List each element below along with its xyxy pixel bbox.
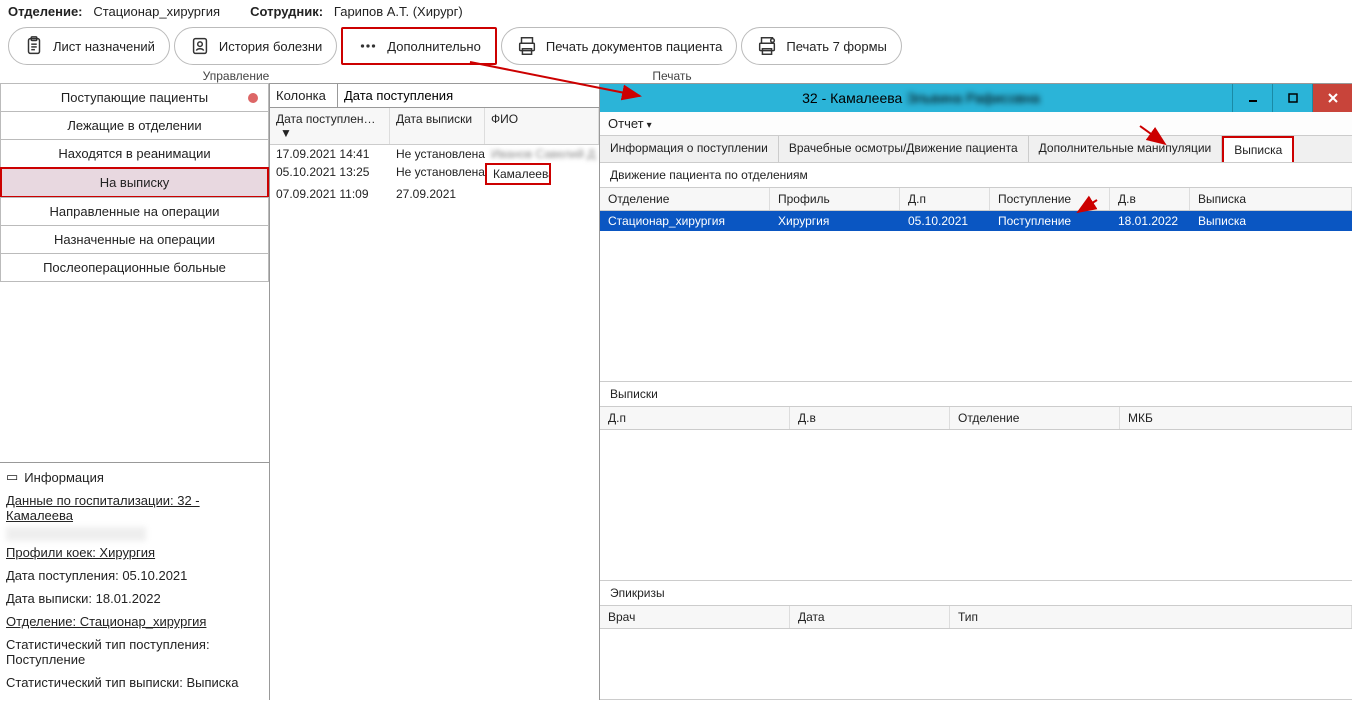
section-labels: Управление Печать: [0, 69, 1352, 83]
print7-button[interactable]: Печать 7 формы: [741, 27, 901, 65]
blurred-text: [6, 527, 146, 541]
tab-manipulations[interactable]: Дополнительные манипуляции: [1029, 136, 1223, 162]
printer-icon: [516, 35, 538, 57]
minimize-button[interactable]: [1232, 84, 1272, 112]
print-label: Печать: [472, 69, 872, 83]
sidebar-item-icu[interactable]: Находятся в реанимации: [0, 139, 269, 168]
more-label: Дополнительно: [387, 39, 481, 54]
tab-info[interactable]: Информация о поступлении: [600, 136, 779, 162]
epicrises-body: [600, 629, 1352, 699]
dots-icon: [357, 35, 379, 57]
col-discharge[interactable]: Дата выписки: [390, 108, 485, 144]
tab-discharge[interactable]: Выписка: [1222, 136, 1294, 162]
history-label: История болезни: [219, 39, 322, 54]
center-panel: Колонка Дата поступлен…▼ Дата выписки ФИ…: [270, 84, 600, 700]
column-label: Колонка: [270, 84, 338, 107]
window-title: 32 - Камалеева Эльвина Рафисовна: [610, 90, 1232, 106]
table-row[interactable]: 17.09.2021 14:41 Не установлена Иванов С…: [270, 145, 599, 163]
movement-body: [600, 231, 1352, 381]
report-menu[interactable]: Отчет: [600, 112, 1352, 136]
info-admit: Дата поступления: 05.10.2021: [6, 564, 263, 587]
table-row[interactable]: 05.10.2021 13:25 Не установлена Камалеев…: [270, 163, 599, 185]
movement-header[interactable]: Отделение Профиль Д.п Поступление Д.в Вы…: [600, 188, 1352, 211]
sidebar-item-incoming[interactable]: Поступающие пациенты: [0, 83, 269, 112]
movement-title: Движение пациента по отделениям: [600, 163, 1352, 188]
sidebar-item-assigned-ops[interactable]: Назначенные на операции: [0, 225, 269, 254]
tab-movement[interactable]: Врачебные осмотры/Движение пациента: [779, 136, 1029, 162]
dept-label: Отделение:: [8, 4, 83, 19]
table-row[interactable]: 07.09.2021 11:09 27.09.2021: [270, 185, 599, 203]
clipboard-icon: [23, 35, 45, 57]
info-hosp[interactable]: Данные по госпитализации: 32 - Камалеева: [6, 489, 263, 527]
sidebar-item-discharge[interactable]: На выписку: [0, 167, 269, 198]
detail-window: 32 - Камалеева Эльвина Рафисовна Отчет И…: [600, 84, 1352, 700]
discharges-title: Выписки: [600, 382, 1352, 407]
movement-row[interactable]: Стационар_хирургия Хирургия 05.10.2021 П…: [600, 211, 1352, 231]
info-dept[interactable]: Отделение: Стационар_хирургия: [6, 610, 263, 633]
printer-form-icon: [756, 35, 778, 57]
info-stat-in: Статистический тип поступления: Поступле…: [6, 633, 263, 671]
info-title: Информация: [24, 470, 104, 485]
toolbar: Лист назначений История болезни Дополнит…: [0, 23, 1352, 69]
tabs: Информация о поступлении Врачебные осмот…: [600, 136, 1352, 163]
sidebar-item-inward[interactable]: Лежащие в отделении: [0, 111, 269, 140]
close-button[interactable]: [1312, 84, 1352, 112]
filter-icon[interactable]: ▼: [280, 126, 292, 140]
history-button[interactable]: История болезни: [174, 27, 337, 65]
fio-highlight: Камалеева: [485, 163, 551, 185]
print7-label: Печать 7 формы: [786, 39, 886, 54]
header: Отделение: Стационар_хирургия Сотрудник:…: [0, 0, 1352, 23]
epicrises-header[interactable]: Врач Дата Тип: [600, 606, 1352, 629]
grid-header[interactable]: Дата поступлен…▼ Дата выписки ФИО: [270, 108, 599, 145]
sidebar-item-referred-ops[interactable]: Направленные на операции: [0, 197, 269, 226]
discharges-header[interactable]: Д.п Д.в Отделение МКБ: [600, 407, 1352, 430]
printdocs-button[interactable]: Печать документов пациента: [501, 27, 738, 65]
assignments-label: Лист назначений: [53, 39, 155, 54]
info-stat-out: Статистический тип выписки: Выписка: [6, 671, 263, 694]
person-card-icon: [189, 35, 211, 57]
more-button[interactable]: Дополнительно: [341, 27, 497, 65]
discharges-body: [600, 430, 1352, 580]
sidebar-item-postop[interactable]: Послеоперационные больные: [0, 253, 269, 282]
management-label: Управление: [0, 69, 472, 83]
col-fio[interactable]: ФИО: [485, 108, 599, 144]
info-panel: ▭ Информация Данные по госпитализации: 32…: [0, 462, 269, 700]
assignments-button[interactable]: Лист назначений: [8, 27, 170, 65]
titlebar[interactable]: 32 - Камалеева Эльвина Рафисовна: [600, 84, 1352, 112]
col-admit[interactable]: Дата поступлен…▼: [270, 108, 390, 144]
maximize-button[interactable]: [1272, 84, 1312, 112]
chevron-down-icon: [644, 116, 652, 131]
dept-value: Стационар_хирургия: [93, 4, 220, 19]
column-input[interactable]: [338, 84, 599, 107]
sidebar: Поступающие пациенты Лежащие в отделении…: [0, 84, 270, 700]
emp-value: Гарипов А.Т. (Хирург): [334, 4, 463, 19]
info-profiles[interactable]: Профили коек: Хирургия: [6, 541, 263, 564]
emp-label: Сотрудник:: [250, 4, 323, 19]
printdocs-label: Печать документов пациента: [546, 39, 723, 54]
status-dot-icon: [248, 93, 258, 103]
info-discharge: Дата выписки: 18.01.2022: [6, 587, 263, 610]
epicrises-title: Эпикризы: [600, 581, 1352, 606]
card-icon: ▭: [6, 469, 18, 485]
